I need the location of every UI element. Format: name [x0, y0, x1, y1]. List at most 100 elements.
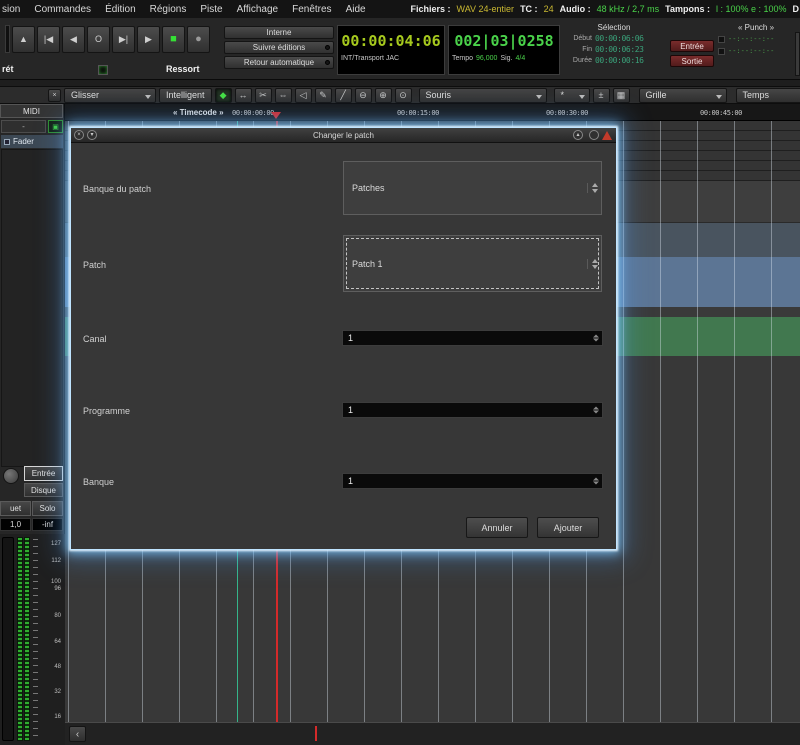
close-icon[interactable]: ×: [48, 89, 61, 102]
processor-box[interactable]: [1, 149, 63, 467]
grab-tool-button[interactable]: ◆: [215, 88, 232, 103]
punch-out-checkbox[interactable]: [718, 48, 725, 55]
nudge-stepper[interactable]: ±: [593, 88, 610, 103]
dialog-maximize-icon[interactable]: [589, 130, 599, 140]
record-button[interactable]: ●: [187, 26, 210, 53]
edit-mode-dropdown[interactable]: Glisser: [64, 88, 156, 103]
trim-knob[interactable]: [3, 468, 19, 484]
status-audio-label: Audio :: [560, 4, 591, 14]
patch-bank-dropdown[interactable]: Patches: [343, 161, 602, 215]
grid-unit-dropdown[interactable]: Temps: [736, 88, 800, 103]
tempo-label: Tempo: [452, 55, 473, 62]
stop-icon: ■: [170, 33, 177, 45]
meter-scale-label: 96: [40, 586, 61, 592]
range-tool-button[interactable]: ↔: [235, 88, 252, 103]
processor-fader-row[interactable]: Fader: [1, 135, 63, 148]
add-button[interactable]: Ajouter: [537, 517, 599, 538]
shrink-track-button[interactable]: -: [1, 120, 46, 133]
zoom-focus-dropdown[interactable]: Souris: [419, 88, 547, 103]
draw-tool-icon: ✎: [319, 90, 327, 101]
metronome-button[interactable]: ▲: [12, 26, 35, 53]
disk-button[interactable]: Disque: [24, 483, 63, 497]
scroll-left-button[interactable]: ‹: [69, 726, 86, 742]
zoom-fit-button[interactable]: ⊙: [395, 88, 412, 103]
clipped-edge-button[interactable]: [795, 32, 800, 76]
ressort-label: Ressort: [166, 64, 200, 74]
zoom-in-button[interactable]: ⊕: [375, 88, 392, 103]
sync-source-button[interactable]: Interne: [224, 26, 334, 39]
selection-end-value[interactable]: 00:00:06:23: [595, 44, 644, 55]
edit-point-dropdown[interactable]: *: [554, 88, 590, 103]
clock-source-label: INT/Transport JAC: [338, 50, 444, 62]
stretch-tool-button[interactable]: ⇔: [275, 88, 292, 103]
spring-checkbox[interactable]: [98, 65, 108, 75]
menu-fenetres[interactable]: Fenêtres: [285, 2, 338, 17]
selection-length-value[interactable]: 00:00:00:16: [595, 55, 644, 66]
grid-mode-dropdown[interactable]: Grille: [639, 88, 727, 103]
meter-scale-label: 80: [40, 613, 61, 619]
playhead-marker-icon[interactable]: [271, 112, 281, 119]
loop-button[interactable]: O: [87, 26, 110, 53]
gain-fader[interactable]: [2, 537, 14, 741]
patch-dropdown[interactable]: Patch 1: [343, 235, 602, 292]
menu-aide[interactable]: Aide: [339, 2, 373, 17]
menu-affichage[interactable]: Affichage: [230, 2, 286, 17]
solo-button[interactable]: Solo: [32, 501, 63, 516]
input-button[interactable]: Entrée: [24, 466, 63, 481]
smart-mode-toggle[interactable]: Intelligent: [159, 88, 212, 103]
cancel-button[interactable]: Annuler: [466, 517, 528, 538]
stop-button[interactable]: ■: [162, 26, 185, 53]
secondary-clock-value[interactable]: 002|03|0258: [449, 32, 559, 50]
primary-clock[interactable]: 00:00:04:06 INT/Transport JAC: [337, 25, 445, 75]
rewind-button[interactable]: ◀: [62, 26, 85, 53]
timecode-ruler[interactable]: « Timecode » 00:00:00:00 00:00:15:00 00:…: [65, 104, 800, 121]
channel-spinbox[interactable]: 1: [342, 330, 603, 346]
auto-return-label: Retour automatique: [244, 58, 314, 67]
draw-tool-button[interactable]: ✎: [315, 88, 332, 103]
edit-tool-button[interactable]: ╱: [335, 88, 352, 103]
menu-session[interactable]: sion: [0, 2, 27, 17]
peak-display[interactable]: -inf: [32, 518, 63, 531]
cut-tool-button[interactable]: ✂: [255, 88, 272, 103]
goto-end-button[interactable]: ▶|: [112, 26, 135, 53]
punch-in-button[interactable]: Entrée: [670, 40, 714, 52]
track-header-row2: - ▣: [1, 120, 63, 133]
zoom-out-button[interactable]: ⊖: [355, 88, 372, 103]
auto-return-toggle[interactable]: Retour automatique: [224, 56, 334, 69]
goto-start-button[interactable]: |◀: [37, 26, 60, 53]
selection-start-label: Début: [565, 33, 595, 44]
menu-commandes[interactable]: Commandes: [27, 2, 98, 17]
tempo-value[interactable]: 96,000: [476, 55, 497, 62]
primary-clock-value[interactable]: 00:00:04:06: [338, 32, 444, 50]
track-name-button[interactable]: MIDI: [0, 104, 63, 118]
tempo-sig-row: Tempo 96,000 Sig. 4/4: [449, 50, 559, 62]
sig-value[interactable]: 4/4: [516, 55, 526, 62]
dialog-shade-icon[interactable]: ▴: [573, 130, 583, 140]
mute-button[interactable]: uet: [0, 501, 31, 516]
midi-channel-button[interactable]: ▣: [48, 120, 63, 133]
dialog-menu-icon[interactable]: ▾: [87, 130, 97, 140]
bank-spinbox[interactable]: 1: [342, 473, 603, 489]
secondary-clock[interactable]: 002|03|0258 Tempo 96,000 Sig. 4/4: [448, 25, 560, 75]
selection-title: Sélection: [565, 23, 663, 32]
audition-tool-button[interactable]: ◁: [295, 88, 312, 103]
snap-grid-button[interactable]: ▦: [613, 88, 630, 103]
menu-regions[interactable]: Régions: [143, 2, 194, 17]
summary-strip[interactable]: ‹: [65, 722, 800, 745]
punch-in-clock[interactable]: --:--:--:--: [728, 35, 774, 43]
shuttle-control[interactable]: [5, 25, 10, 53]
menu-edition[interactable]: Édition: [98, 2, 143, 17]
follow-edits-toggle[interactable]: Suivre éditions: [224, 41, 334, 54]
menu-piste[interactable]: Piste: [193, 2, 229, 17]
dialog-titlebar[interactable]: × ▾ Changer le patch ▴: [71, 128, 616, 143]
punch-out-button[interactable]: Sortie: [670, 55, 714, 67]
dialog-close-icon[interactable]: ×: [74, 130, 84, 140]
gain-display[interactable]: 1,0: [0, 518, 31, 531]
punch-out-clock[interactable]: --:--:--:--: [728, 47, 774, 55]
punch-in-checkbox[interactable]: [718, 36, 725, 43]
play-button[interactable]: ▶: [137, 26, 160, 53]
track-name-label: MIDI: [23, 107, 40, 116]
selection-start-value[interactable]: 00:00:06:06: [595, 33, 644, 44]
ruler-label[interactable]: « Timecode »: [173, 108, 224, 117]
program-spinbox[interactable]: 1: [342, 402, 603, 418]
